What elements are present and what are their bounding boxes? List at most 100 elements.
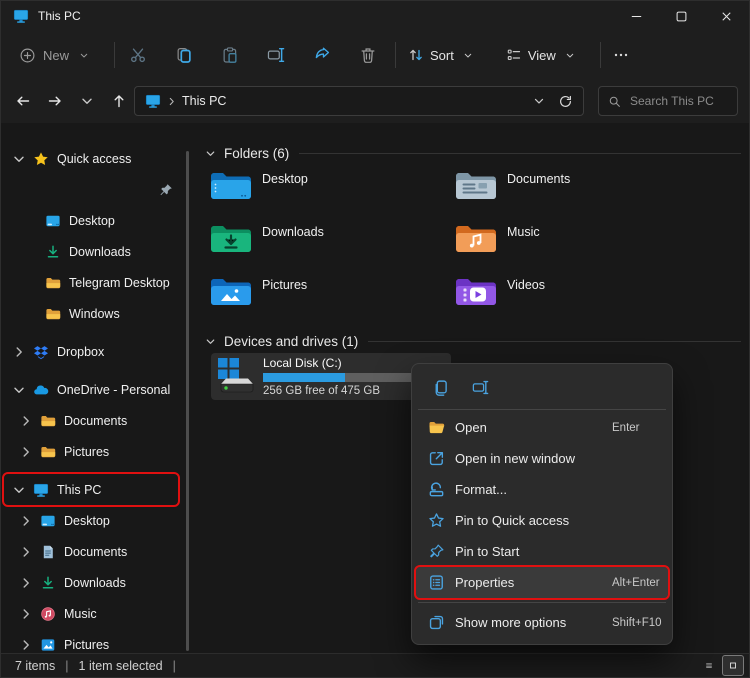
tile-label: Pictures — [262, 278, 308, 292]
menu-item-shortcut: Enter — [612, 421, 640, 434]
sidebar-item-label: Downloads — [69, 244, 131, 259]
share-button[interactable] — [299, 37, 345, 73]
chevron-down-icon[interactable] — [204, 335, 217, 348]
folder-desktop-big-icon — [209, 167, 253, 203]
forward-button[interactable] — [39, 85, 71, 117]
delete-button[interactable] — [345, 37, 391, 73]
sort-arrows-icon — [408, 47, 424, 63]
sidebar-item-label: Documents — [64, 413, 128, 428]
maximize-button[interactable] — [659, 1, 704, 31]
chevron-right-icon[interactable] — [18, 606, 34, 622]
sidebar-item-pictures-od[interactable]: Pictures — [4, 436, 178, 467]
desktop-blue-icon — [45, 213, 61, 229]
folders-section-header[interactable]: Folders (6) — [204, 143, 741, 163]
copy-button[interactable] — [161, 37, 207, 73]
menu-item-open[interactable]: Open Enter — [416, 412, 668, 443]
up-button[interactable] — [103, 85, 135, 117]
sidebar-item-quick-access[interactable]: Quick access — [4, 143, 178, 174]
sidebar-item-desktop-pc[interactable]: Desktop — [4, 505, 178, 536]
cut-button[interactable] — [115, 37, 161, 73]
chevron-down-icon[interactable] — [204, 147, 217, 160]
menu-copy-button[interactable] — [424, 372, 456, 402]
titlebar: This PC — [1, 1, 749, 31]
tile-downloads[interactable]: Downloads — [209, 220, 446, 267]
tile-videos[interactable]: Videos — [454, 273, 691, 320]
music-circle-icon — [40, 606, 56, 622]
sidebar-item-label: Music — [64, 606, 97, 621]
details-view-button[interactable] — [699, 656, 719, 675]
sidebar-item-documents-od[interactable]: Documents — [4, 405, 178, 436]
file-explorer-window: This PC New Sort View This PC Search Thi… — [0, 0, 750, 678]
sidebar-item-dropbox[interactable]: Dropbox — [4, 336, 178, 367]
sidebar-item-this-pc[interactable]: This PC — [2, 472, 180, 507]
search-box[interactable] — [598, 86, 738, 116]
close-button[interactable] — [704, 1, 749, 31]
recent-locations-button[interactable] — [71, 85, 103, 117]
properties-icon — [428, 574, 445, 591]
menu-item-open-new-window[interactable]: Open in new window — [416, 443, 668, 474]
status-separator: | — [65, 658, 69, 673]
menu-item-show-more-options[interactable]: Show more options Shift+F10 — [416, 607, 668, 638]
view-button[interactable]: View — [494, 47, 596, 63]
see-more-button[interactable] — [601, 39, 641, 71]
sidebar-item-downloads-qa[interactable]: Downloads — [4, 236, 178, 267]
sidebar-item-documents-pc[interactable]: Documents — [4, 536, 178, 567]
chevron-right-icon[interactable] — [18, 637, 34, 653]
sidebar-item-downloads-pc[interactable]: Downloads — [4, 567, 178, 598]
sidebar-item-onedrive[interactable]: OneDrive - Personal — [4, 374, 178, 405]
menu-item-format[interactable]: Format... — [416, 474, 668, 505]
chevron-down-icon[interactable] — [11, 382, 27, 398]
status-separator: | — [172, 658, 176, 673]
address-bar[interactable]: This PC — [134, 86, 584, 116]
menu-rename-button[interactable] — [464, 372, 496, 402]
sidebar-pin-row[interactable] — [4, 174, 178, 205]
sort-button[interactable]: Sort — [396, 47, 494, 63]
folder-yellow-icon — [40, 413, 56, 429]
chevron-down-icon — [460, 50, 476, 61]
tile-music[interactable]: Music — [454, 220, 691, 267]
minimize-button[interactable] — [614, 1, 659, 31]
chevron-right-icon[interactable] — [18, 513, 34, 529]
devices-section-header[interactable]: Devices and drives (1) — [204, 331, 741, 351]
sidebar-scrollbar[interactable] — [186, 151, 189, 651]
address-row: This PC — [1, 79, 749, 123]
sidebar-item-music-pc[interactable]: Music — [4, 598, 178, 629]
sidebar-item-label: OneDrive - Personal — [57, 382, 171, 397]
clipboard-buttons — [115, 37, 391, 73]
folder-music-big-icon — [454, 220, 498, 256]
rename-button[interactable] — [253, 37, 299, 73]
new-button[interactable]: New — [15, 41, 102, 70]
win-max-icon — [674, 9, 689, 24]
sidebar-item-desktop-qa[interactable]: Desktop — [4, 205, 178, 236]
section-rule — [368, 340, 741, 342]
thumbnail-view-button[interactable] — [722, 655, 744, 676]
tile-desktop[interactable]: Desktop — [209, 167, 446, 214]
chevron-right-icon[interactable] — [18, 444, 34, 460]
menu-item-pin-start[interactable]: Pin to Start — [416, 536, 668, 567]
breadcrumb[interactable]: This PC — [182, 94, 226, 108]
sidebar-item-telegram-desktop[interactable]: Telegram Desktop — [4, 267, 178, 298]
menu-item-pin-quick-access[interactable]: Pin to Quick access — [416, 505, 668, 536]
up-arrow-icon — [111, 93, 127, 109]
doc-blue-icon — [40, 544, 56, 560]
back-button[interactable] — [7, 85, 39, 117]
sidebar-item-windows[interactable]: Windows — [4, 298, 178, 329]
tile-pictures[interactable]: Pictures — [209, 273, 446, 320]
address-dropdown-icon[interactable] — [532, 94, 546, 108]
refresh-icon[interactable] — [558, 94, 573, 109]
paste-button[interactable] — [207, 37, 253, 73]
chevron-right-icon[interactable] — [18, 575, 34, 591]
sidebar-item-label: Downloads — [64, 575, 126, 590]
rename-toolbar-icon — [267, 46, 285, 64]
search-input[interactable] — [628, 93, 728, 109]
star-outline-icon — [428, 512, 445, 529]
chevron-down-icon[interactable] — [11, 482, 27, 498]
chevron-right-icon[interactable] — [18, 413, 34, 429]
chevron-down-icon[interactable] — [11, 151, 27, 167]
tile-label: Downloads — [262, 225, 324, 239]
thumb-view-icon — [729, 658, 737, 673]
menu-item-properties[interactable]: Properties Alt+Enter — [414, 565, 670, 600]
tile-documents[interactable]: Documents — [454, 167, 691, 214]
chevron-right-icon[interactable] — [11, 344, 27, 360]
chevron-right-icon[interactable] — [18, 544, 34, 560]
